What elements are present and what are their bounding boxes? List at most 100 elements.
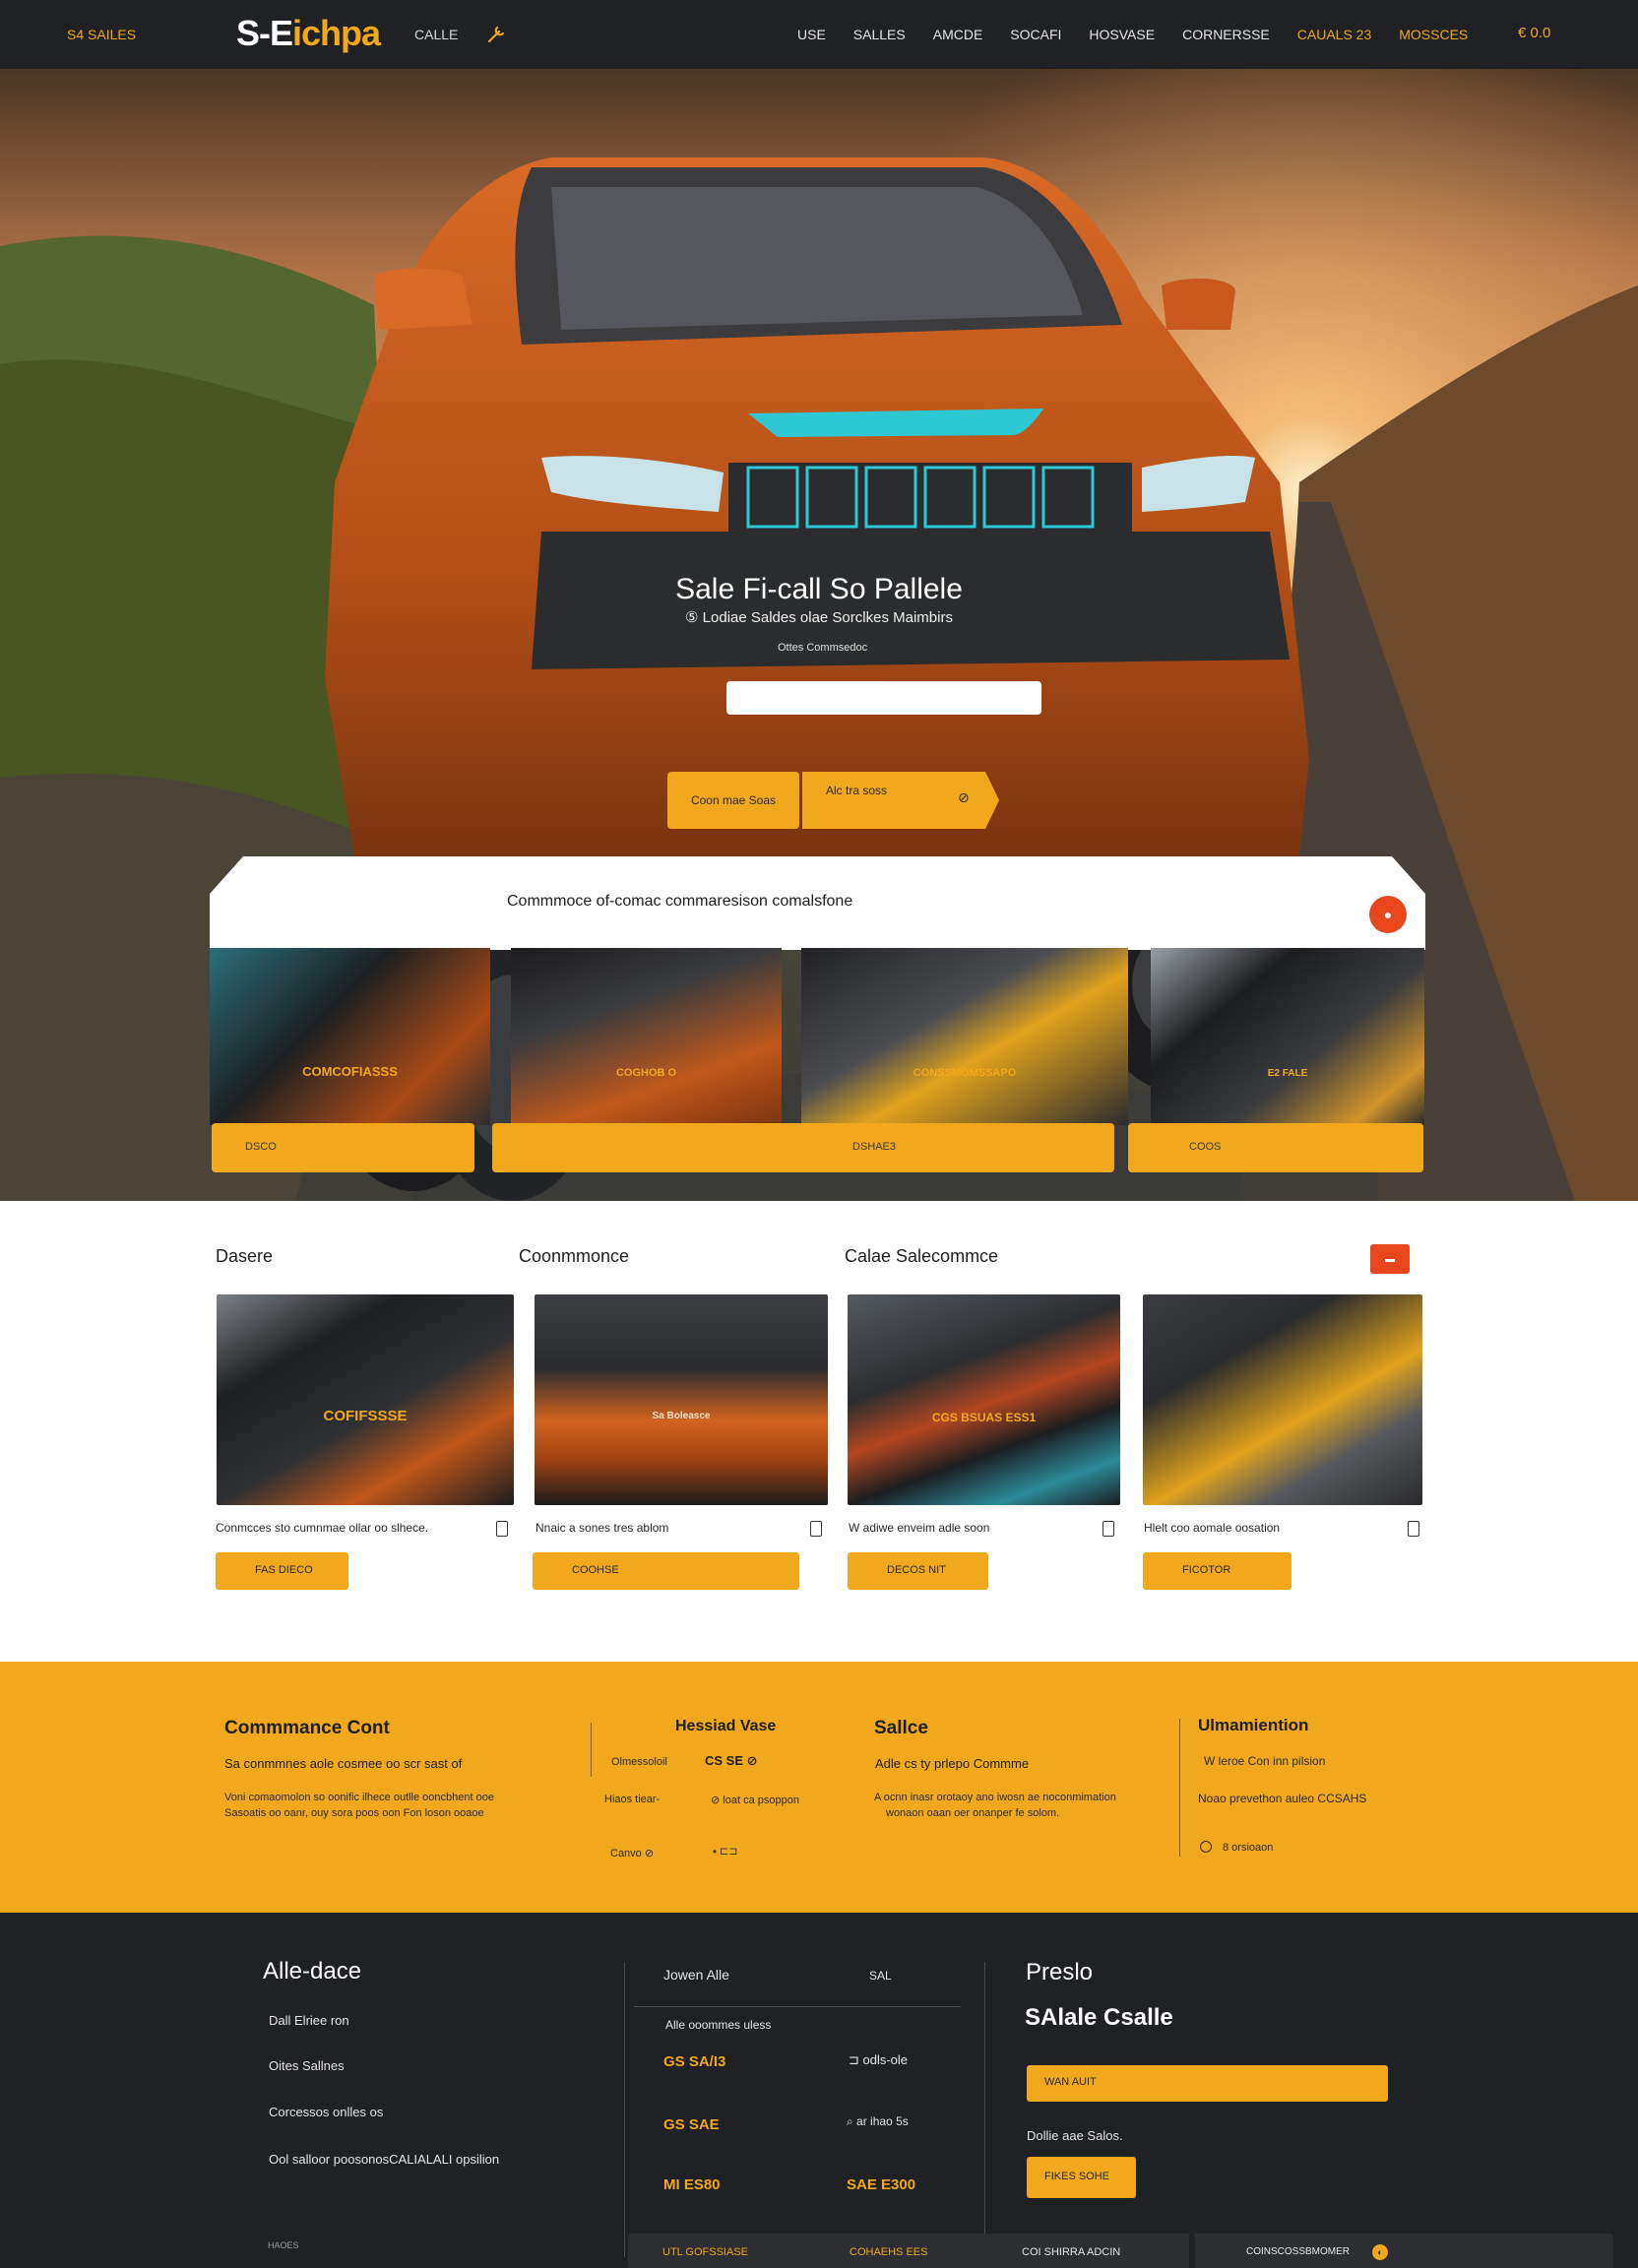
band-divider [1179, 1719, 1180, 1857]
main-nav: USE SALLES AMCDE SOCAFI HOSVASE CORNERSS… [797, 27, 1468, 42]
footer-divider [984, 1962, 985, 2247]
product-button-4[interactable]: FICOTOR [1143, 1552, 1292, 1590]
bottom-link-4[interactable]: COINSCOSSBMOMER [1246, 2246, 1350, 2257]
product-image-4[interactable] [1143, 1294, 1422, 1505]
footer-link[interactable]: Dall Elriee ron [269, 2013, 349, 2028]
band-col1-title: Commmance Cont [224, 1718, 390, 1738]
footer-col2-value-2[interactable]: GS SAE [663, 2116, 720, 2133]
product-button-2[interactable]: COOHSE [533, 1552, 799, 1590]
footer-col2-title: Jowen Alle [663, 1967, 729, 1983]
category-thumb-caption: CONSSMOMSSAPO [913, 1067, 1017, 1080]
band-col4-subtitle: W leroe Con inn pilsion [1204, 1754, 1326, 1768]
band-col1-subtitle: Sa conmmnes aole cosmee oo scr sast of [224, 1756, 463, 1771]
band-col3-body-2: wonaon oaan oer onanper fe solom. [886, 1807, 1060, 1819]
info-band: Commmance Cont Sa conmmnes aole cosmee o… [0, 1662, 1638, 1913]
category-thumb-1[interactable]: COMCOFIASSS [210, 948, 490, 1125]
footer-small-label: HAOES [268, 2240, 299, 2250]
hero-secondary-button[interactable]: Alc tra soss ⊘ [802, 772, 999, 829]
band-col2-value-3: ⬩ ⊏⊐ [713, 1846, 738, 1858]
logo[interactable]: S-Eichpa [236, 13, 381, 54]
footer-bottom-bar: UTL GOFSSIASE COHAEHS EES COI SHIRRA ADC… [628, 2234, 1613, 2268]
product-button-1[interactable]: FAS DIECO [216, 1552, 348, 1590]
band-col4-radio-label: 8 orsioaon [1223, 1842, 1274, 1854]
footer-col3-text: Dollie aae Salos. [1027, 2128, 1123, 2143]
product-desc-2: Nnaic a sones tres ablom [536, 1521, 669, 1535]
logo-subtitle: CALLE [414, 27, 459, 42]
footer-col2-note-2: ⌕ ar ihao 5s [847, 2114, 909, 2128]
nav-link-cornersse[interactable]: CORNERSSE [1182, 27, 1270, 42]
footer: Alle-dace Dall Elriee ron Oites Sallnes … [0, 1913, 1638, 2268]
footer-col2-value-1[interactable]: GS SA/I3 [663, 2053, 725, 2070]
footer-col2-value-3[interactable]: MI ES80 [663, 2176, 721, 2193]
clipboard-icon[interactable] [810, 1521, 822, 1537]
category-thumb-3[interactable]: CONSSMOMSSAPO [801, 948, 1128, 1125]
product-desc-1: Conmcces sto cumnmae ollar oo slhece. [216, 1521, 429, 1535]
subscribe-button[interactable]: FIKES SOHE [1027, 2157, 1136, 2198]
footer-divider [624, 1962, 625, 2257]
top-nav: S4 SAILES S-Eichpa CALLE USE SALLES AMCD… [0, 0, 1638, 69]
category-bar-3[interactable]: COOS [1128, 1123, 1423, 1172]
category-thumb-2[interactable]: COGHOB O [511, 948, 782, 1125]
product-image-2[interactable]: Sa Boleasce [535, 1294, 828, 1505]
section-action-button[interactable]: ▬ [1370, 1244, 1410, 1274]
product-image-caption: CGS BSUAS ESS1 [931, 1411, 1037, 1424]
hero-primary-button[interactable]: Coon mae Soas [667, 772, 799, 829]
category-bar-1[interactable]: DSCO [212, 1123, 474, 1172]
product-button-3[interactable]: DECOS NIT [848, 1552, 988, 1590]
nav-link-amcde[interactable]: AMCDE [933, 27, 983, 42]
band-col1-body-1: Voni comaomolon so oonific ilhece outlle… [224, 1792, 494, 1803]
nav-link-cauals[interactable]: CAUALS 23 [1297, 27, 1371, 42]
footer-col2-side: SAL [869, 1969, 892, 1983]
band-col3-title: Sallce [874, 1718, 928, 1738]
hero-subline: ⑤ Lodiae Saldes olae Sorclkes Maimbirs [685, 609, 953, 626]
footer-link[interactable]: Oites Sallnes [269, 2058, 345, 2073]
product-desc-4: Hlelt coo aomale oosation [1144, 1521, 1281, 1535]
product-image-3[interactable]: CGS BSUAS ESS1 [848, 1294, 1120, 1505]
footer-col1-title: Alle-dace [263, 1958, 362, 1984]
gauge-icon: ⊘ [958, 789, 970, 805]
nav-link-mossces[interactable]: MOSSCES [1399, 27, 1468, 42]
category-thumb-4[interactable]: E2 FALE [1151, 948, 1424, 1125]
featured-section: Dasere Coonmmonce Calae Salecommce ▬ COF… [0, 1201, 1638, 1662]
footer-link[interactable]: Ool salloor poosonosCALIALALI opsilion [269, 2152, 499, 2167]
band-col2-value-2: ⊘ loat ca psoppon [711, 1795, 799, 1806]
wrench-icon [487, 26, 505, 43]
category-thumb-caption: COGHOB O [615, 1067, 677, 1080]
promo-link[interactable]: S4 SAILES [67, 27, 136, 42]
product-image-1[interactable]: COFIFSSSE [217, 1294, 514, 1505]
band-col2-title: Hessiad Vase [675, 1718, 777, 1734]
band-col4-title: Ulmamiention [1198, 1716, 1309, 1734]
product-image-caption: Sa Boleasce [652, 1411, 711, 1421]
band-col2-label-1: Olmessoloil [611, 1756, 667, 1768]
nav-link-socafi[interactable]: SOCAFI [1010, 27, 1061, 42]
cart-total[interactable]: € 0.0 [1518, 25, 1550, 41]
status-dot-icon[interactable]: ◐ [1372, 2244, 1388, 2260]
bottom-link-3[interactable]: COI SHIRRA ADCIN [1022, 2246, 1120, 2258]
bottom-link-2[interactable]: COHAEHS EES [850, 2246, 927, 2258]
clipboard-icon[interactable] [496, 1521, 508, 1537]
product-image-caption: COFIFSSSE [323, 1408, 408, 1424]
clipboard-icon[interactable] [1408, 1521, 1419, 1537]
band-divider [591, 1723, 592, 1777]
bottom-bar-divider [1189, 2234, 1195, 2268]
bottom-link-1[interactable]: UTL GOFSSIASE [662, 2246, 748, 2258]
nav-link-hosvase[interactable]: HOSVASE [1089, 27, 1155, 42]
footer-link[interactable]: Corcessos onlles os [269, 2105, 383, 2119]
band-col3-subtitle: Adle cs ty prlepo Commme [875, 1756, 1030, 1771]
footer-col3-heading: SAlale Csalle [1025, 2004, 1173, 2031]
category-thumb-caption: COMCOFIASSS [302, 1064, 398, 1080]
product-desc-3: W adiwe enveim adle soon [849, 1521, 990, 1535]
hero-search-input[interactable] [726, 681, 1041, 715]
section-heading-1: Dasere [216, 1246, 274, 1266]
nav-link-salles[interactable]: SALLES [853, 27, 906, 42]
hero-tagline: Ottes Commsedoc [778, 642, 868, 654]
option-radio[interactable] [1200, 1841, 1212, 1853]
clipboard-icon[interactable] [1102, 1521, 1114, 1537]
category-bar-2[interactable]: DSHAE3 [492, 1123, 1114, 1172]
record-icon[interactable]: ● [1369, 896, 1407, 933]
newsletter-input[interactable]: WAN AUIT [1027, 2065, 1388, 2102]
footer-col2-note-3[interactable]: SAE E300 [847, 2176, 915, 2193]
nav-link-use[interactable]: USE [797, 27, 826, 42]
footer-col2-subtitle: Alle ooommes uless [665, 2018, 772, 2032]
footer-divider [634, 2006, 961, 2007]
